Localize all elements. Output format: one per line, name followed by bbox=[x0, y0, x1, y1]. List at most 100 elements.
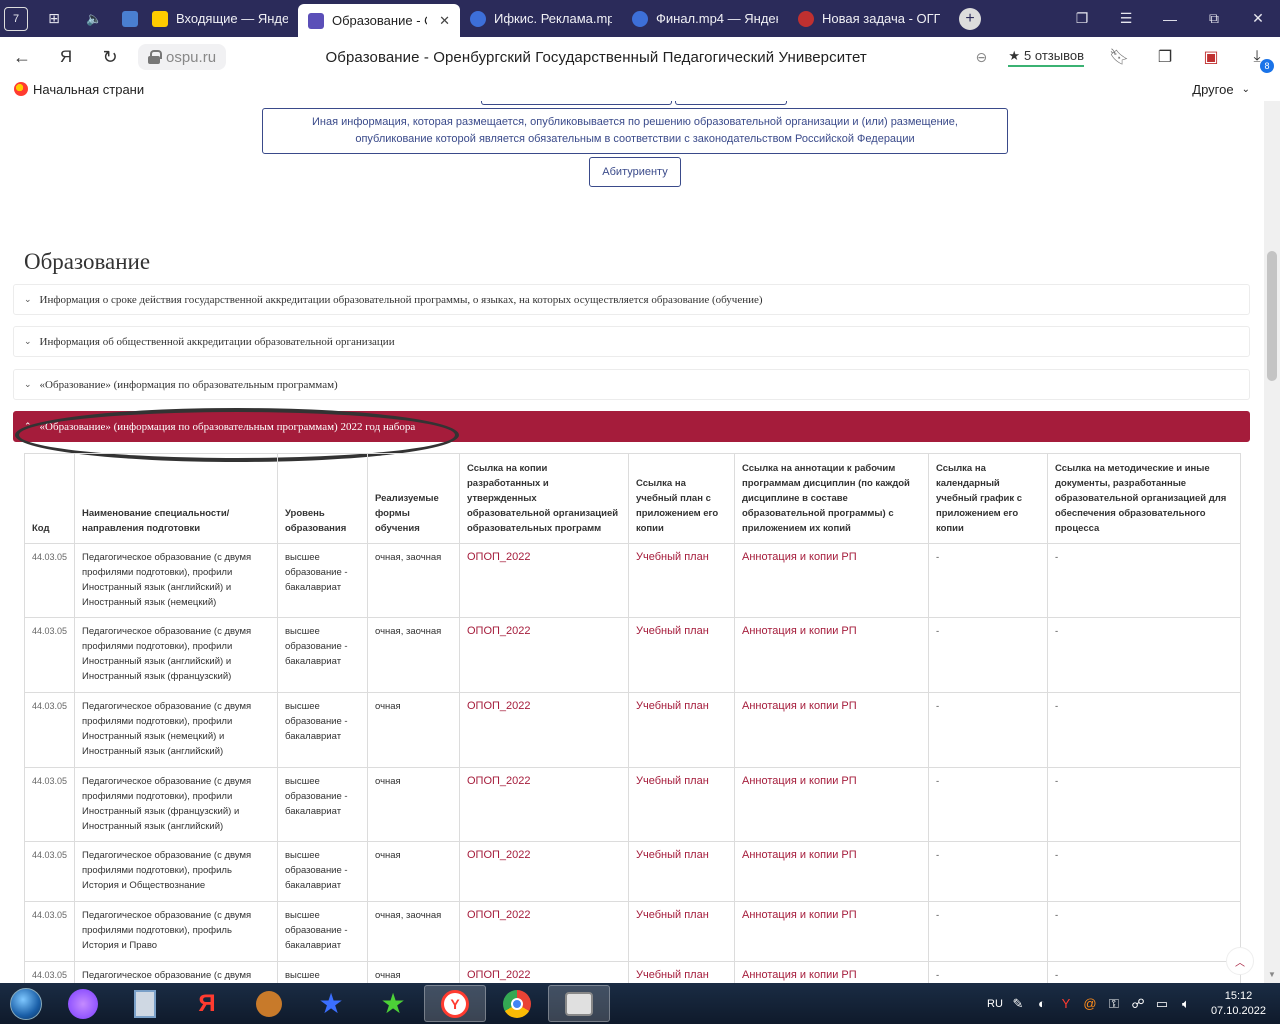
pen-icon[interactable]: ✎ bbox=[1009, 996, 1027, 1012]
plan-link[interactable]: Учебный план bbox=[636, 849, 709, 861]
mail-tray-icon[interactable]: @ bbox=[1081, 996, 1099, 1011]
tab-audio[interactable]: 🔈 bbox=[76, 0, 112, 37]
scroll-top-button[interactable]: ︿ bbox=[1226, 947, 1254, 975]
maximize-icon[interactable]: ⧉ bbox=[1192, 0, 1236, 37]
annot-link[interactable]: Аннотация и копии РП bbox=[742, 551, 857, 563]
table-row: 44.03.05 Педагогическое образование (с дв… bbox=[24, 767, 1241, 842]
annot-link[interactable]: Аннотация и копии РП bbox=[742, 849, 857, 861]
bookmark-icon[interactable]: 🔖︎ bbox=[1096, 37, 1142, 77]
network-tray-icon[interactable]: ☍ bbox=[1129, 996, 1147, 1012]
tab-mail[interactable]: Входящие — Яндекс bbox=[142, 0, 298, 37]
annot-link[interactable]: Аннотация и копии РП bbox=[742, 969, 857, 981]
scroll-down-arrow-icon[interactable]: ▼ bbox=[1268, 970, 1276, 979]
annot-link[interactable]: Аннотация и копии РП bbox=[742, 775, 857, 787]
opop-link[interactable]: ОПОП_2022 bbox=[467, 909, 531, 921]
annot-link[interactable]: Аннотация и копии РП bbox=[742, 909, 857, 921]
page-scrollbar[interactable]: ▼ bbox=[1264, 101, 1280, 983]
cut-button[interactable] bbox=[481, 101, 672, 105]
reviews-button[interactable]: ★ 5 отзывов bbox=[1008, 48, 1084, 67]
scrollbar-thumb[interactable] bbox=[1267, 251, 1277, 381]
opop-link[interactable]: ОПОП_2022 bbox=[467, 625, 531, 637]
page-viewport: Иная информация, которая размещается, оп… bbox=[0, 101, 1264, 983]
clock-time: 15:12 bbox=[1224, 989, 1253, 1002]
media-app-icon[interactable] bbox=[548, 985, 610, 1022]
tab-education[interactable]: Образование - Ор ✕ bbox=[298, 4, 460, 37]
close-window-icon[interactable]: ✕ bbox=[1236, 0, 1280, 37]
annot-link[interactable]: Аннотация и копии РП bbox=[742, 625, 857, 637]
opop-link[interactable]: ОПОП_2022 bbox=[467, 849, 531, 861]
cell-code: 44.03.05 bbox=[24, 841, 75, 902]
cell-forms: очная, заочная bbox=[367, 543, 460, 618]
url-field[interactable]: ospu.ru bbox=[138, 44, 227, 70]
volume-icon[interactable]: 🔈︎ bbox=[1177, 996, 1195, 1012]
plan-link[interactable]: Учебный план bbox=[636, 625, 709, 637]
yandex-browser-app-icon[interactable]: Y bbox=[424, 985, 486, 1022]
cell-methods: - bbox=[1047, 692, 1241, 768]
annot-link[interactable]: Аннотация и копии РП bbox=[742, 700, 857, 712]
display-tray-icon[interactable]: ▭ bbox=[1153, 996, 1171, 1012]
cell-plan: Учебный план bbox=[628, 767, 735, 842]
tab-pinned[interactable] bbox=[112, 0, 142, 37]
accordion-public-accreditation[interactable]: ⌄ Информация об общественной аккредитаци… bbox=[13, 326, 1250, 357]
menu-icon[interactable]: ☰ bbox=[1104, 0, 1148, 37]
tab-task[interactable]: Новая задача - ОГП bbox=[788, 0, 950, 37]
accordion-accreditation[interactable]: ⌄ Информация о сроке действия государств… bbox=[13, 284, 1250, 315]
other-info-link[interactable]: Иная информация, которая размещается, оп… bbox=[262, 108, 1008, 154]
tab-video-1[interactable]: Ифкис. Реклама.mp bbox=[460, 0, 622, 37]
yandex-app-icon[interactable]: Я bbox=[176, 983, 238, 1024]
yandex-icon[interactable]: Я bbox=[44, 37, 88, 77]
cell-name: Педагогическое образование (с двумя bbox=[74, 961, 278, 983]
home-tab-button[interactable]: 7 bbox=[0, 0, 32, 37]
cell-opop: ОПОП_2022 bbox=[459, 961, 629, 983]
tab-video-2[interactable]: Финал.mp4 — Яндекс bbox=[622, 0, 788, 37]
plan-link[interactable]: Учебный план bbox=[636, 775, 709, 787]
clock[interactable]: 15:12 07.10.2022 bbox=[1211, 989, 1266, 1019]
cell-opop: ОПОП_2022 bbox=[459, 767, 629, 842]
address-bar: ← Я ↻ ospu.ru Образование - Оренбургский… bbox=[0, 37, 1280, 77]
blue-star-app-icon[interactable]: ★ bbox=[300, 983, 362, 1024]
accordion-education-programs[interactable]: ⌄ «Образование» (информация по образоват… bbox=[13, 369, 1250, 400]
opop-link[interactable]: ОПОП_2022 bbox=[467, 969, 531, 981]
sync-icon[interactable]: ◐ bbox=[1033, 996, 1051, 1011]
cell-level: высшее bbox=[277, 961, 368, 983]
cell-annot: Аннотация и копии РП bbox=[734, 901, 929, 962]
alice-app-icon[interactable] bbox=[52, 983, 114, 1024]
bookmark-other[interactable]: Другое ⌄ bbox=[1192, 82, 1266, 97]
table-row: 44.03.05 Педагогическое образование (с дв… bbox=[24, 901, 1241, 962]
security-tray-icon[interactable]: ⚿ bbox=[1105, 996, 1123, 1012]
zoom-out-icon[interactable]: ⊖ bbox=[966, 37, 996, 77]
yandex-tray-icon[interactable]: Y bbox=[1057, 996, 1075, 1011]
cell-code: 44.03.05 bbox=[24, 961, 75, 983]
collections-icon[interactable]: ❐ bbox=[1142, 37, 1188, 77]
minimize-icon[interactable]: — bbox=[1148, 0, 1192, 37]
opop-link[interactable]: ОПОП_2022 bbox=[467, 700, 531, 712]
plan-link[interactable]: Учебный план bbox=[636, 551, 709, 563]
cell-code: 44.03.05 bbox=[24, 543, 75, 618]
back-arrow-icon[interactable]: ← bbox=[0, 37, 44, 77]
language-indicator[interactable]: RU bbox=[987, 998, 1003, 1010]
chrome-app-icon[interactable] bbox=[486, 983, 548, 1024]
plan-link[interactable]: Учебный план bbox=[636, 700, 709, 712]
cell-name: Педагогическое образование (с двумя проф… bbox=[74, 841, 278, 902]
plan-link[interactable]: Учебный план bbox=[636, 969, 709, 981]
bookmark-home[interactable]: Начальная страни bbox=[14, 82, 144, 97]
programs-table: Код Наименование специальности/ направлен… bbox=[24, 453, 1241, 983]
chevron-down-icon: ⌄ bbox=[24, 379, 32, 390]
reload-icon[interactable]: ↻ bbox=[88, 37, 132, 77]
cut-button[interactable] bbox=[675, 101, 787, 105]
applicant-button[interactable]: Абитуриенту bbox=[589, 157, 681, 187]
tabs-menu-icon[interactable]: ❐ bbox=[1060, 0, 1104, 37]
downloads-button[interactable]: ⤓ 8 bbox=[1234, 37, 1280, 77]
extension-icon[interactable]: ▣ bbox=[1188, 37, 1234, 77]
game-app-icon[interactable] bbox=[238, 983, 300, 1024]
green-star-app-icon[interactable]: ★ bbox=[362, 983, 424, 1024]
opop-link[interactable]: ОПОП_2022 bbox=[467, 551, 531, 563]
accordion-education-2022[interactable]: ⌃ «Образование» (информация по образоват… bbox=[13, 411, 1250, 442]
plan-link[interactable]: Учебный план bbox=[636, 909, 709, 921]
start-button[interactable] bbox=[0, 983, 52, 1024]
calculator-app-icon[interactable] bbox=[114, 983, 176, 1024]
new-folder-icon[interactable]: ⊞ bbox=[32, 0, 76, 37]
new-tab-button[interactable]: + bbox=[950, 0, 990, 37]
close-icon[interactable]: ✕ bbox=[439, 13, 450, 29]
opop-link[interactable]: ОПОП_2022 bbox=[467, 775, 531, 787]
